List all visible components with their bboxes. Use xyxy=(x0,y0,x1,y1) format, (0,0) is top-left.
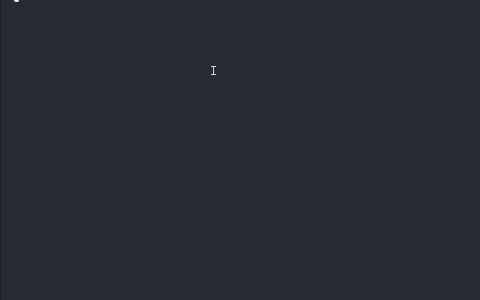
screen-corner-indicator xyxy=(14,0,19,2)
desktop-background[interactable] xyxy=(0,0,480,300)
text-cursor-icon xyxy=(211,66,216,75)
